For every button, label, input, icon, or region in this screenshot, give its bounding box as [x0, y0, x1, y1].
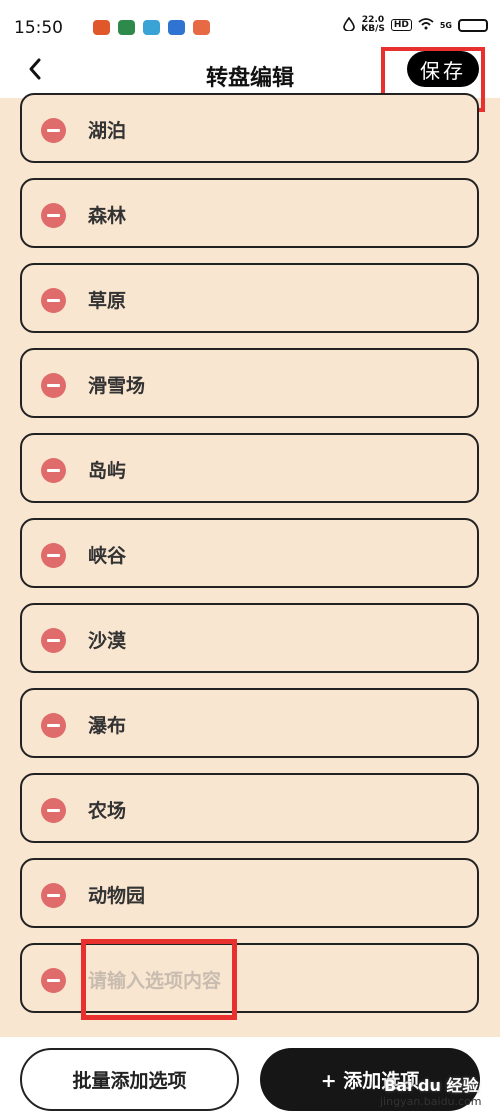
- option-label: 岛屿: [88, 460, 127, 482]
- app-icon-4: [168, 20, 185, 35]
- option-item[interactable]: 森林: [20, 178, 479, 248]
- option-label: 森林: [88, 205, 127, 227]
- status-time: 15:50: [14, 18, 63, 38]
- option-item[interactable]: 农场: [20, 773, 479, 843]
- option-item[interactable]: 动物园: [20, 858, 479, 928]
- remove-icon[interactable]: [41, 883, 66, 908]
- battery-icon: [458, 18, 488, 32]
- status-app-icons: [93, 20, 210, 35]
- option-item[interactable]: 滑雪场: [20, 348, 479, 418]
- app-icon-3: [143, 20, 160, 35]
- wifi-icon: [418, 17, 434, 33]
- remove-icon[interactable]: [41, 203, 66, 228]
- input-highlight-box: [81, 939, 237, 1020]
- remove-icon[interactable]: [41, 288, 66, 313]
- option-label: 瀑布: [88, 715, 127, 737]
- option-item[interactable]: 岛屿: [20, 433, 479, 503]
- status-right: 22.0 KB/S HD 5G: [343, 16, 488, 34]
- option-label: 沙漠: [88, 630, 127, 652]
- option-item[interactable]: 峡谷: [20, 518, 479, 588]
- remove-icon[interactable]: [41, 628, 66, 653]
- watermark-logo: Bai du 经验: [384, 1076, 479, 1095]
- remove-icon[interactable]: [41, 373, 66, 398]
- option-label: 草原: [88, 290, 127, 312]
- status-bar: 15:50 22.0 KB/S HD 5G: [0, 0, 500, 50]
- remove-icon[interactable]: [41, 118, 66, 143]
- remove-icon[interactable]: [41, 968, 66, 993]
- batch-add-button[interactable]: 批量添加选项: [20, 1048, 239, 1111]
- app-icon-2: [118, 20, 135, 35]
- signal-label: 5G: [439, 20, 452, 30]
- net-speed: 22.0 KB/S: [361, 16, 385, 34]
- option-label: 滑雪场: [88, 375, 146, 397]
- option-item[interactable]: 湖泊: [20, 93, 479, 163]
- remove-icon[interactable]: [41, 458, 66, 483]
- option-label: 湖泊: [88, 120, 127, 142]
- watermark-url: jingyan.baidu.com: [380, 1095, 482, 1108]
- option-label: 动物园: [88, 885, 146, 907]
- app-icon-5: [193, 20, 210, 35]
- option-item[interactable]: 瀑布: [20, 688, 479, 758]
- remove-icon[interactable]: [41, 798, 66, 823]
- app-icon-1: [93, 20, 110, 35]
- hd-badge: HD: [390, 19, 412, 31]
- net-speed-unit: KB/S: [361, 24, 385, 34]
- option-item[interactable]: 沙漠: [20, 603, 479, 673]
- water-drop-icon: [343, 16, 356, 34]
- remove-icon[interactable]: [41, 713, 66, 738]
- option-label: 农场: [88, 800, 127, 822]
- remove-icon[interactable]: [41, 543, 66, 568]
- option-label: 峡谷: [88, 545, 127, 567]
- option-item[interactable]: 草原: [20, 263, 479, 333]
